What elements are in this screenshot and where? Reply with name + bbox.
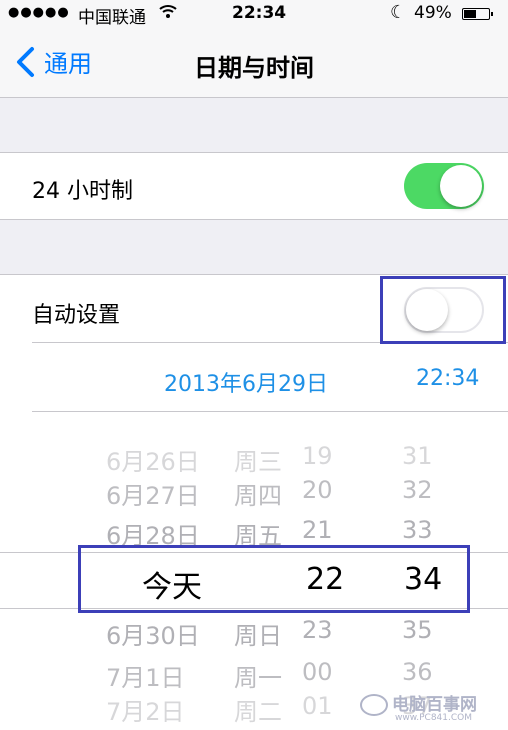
status-bar: ●●●●● 中国联通 22:34 ☾ 49% — [0, 0, 508, 28]
picker-date: 6月26日 — [106, 448, 200, 476]
picker-highlight-box — [78, 545, 470, 613]
picker-date: 7月2日 — [106, 698, 185, 726]
picker-hour: 20 — [302, 476, 333, 504]
picker-date: 7月1日 — [106, 664, 185, 692]
picker-hour: 23 — [302, 616, 333, 644]
watermark-logo-icon — [360, 694, 388, 716]
picker-minute: 35 — [402, 616, 433, 644]
picker-weekday: 周一 — [234, 664, 282, 692]
hour24-cell: 24 小时制 — [0, 153, 508, 219]
status-time: 22:34 — [232, 3, 287, 23]
picker-weekday: 周三 — [234, 448, 282, 476]
toggle-highlight-box — [380, 276, 506, 344]
hour24-toggle[interactable] — [404, 163, 484, 209]
picker-date: 6月27日 — [106, 482, 200, 510]
carrier-name: 中国联通 — [78, 8, 146, 28]
picker-minute: 33 — [402, 516, 433, 544]
picker-weekday: 周二 — [234, 698, 282, 726]
picker-hour: 19 — [302, 442, 333, 470]
date-value[interactable]: 2013年6月29日 — [164, 366, 328, 398]
hour24-label: 24 小时制 — [32, 179, 133, 204]
auto-set-label: 自动设置 — [32, 303, 121, 328]
watermark-name: 电脑百事网 — [392, 695, 477, 715]
page-title: 日期与时间 — [194, 54, 314, 82]
signal-strength: ●●●●● — [8, 5, 70, 20]
picker-weekday: 周日 — [234, 622, 282, 650]
divider — [0, 219, 508, 220]
picker-hour: 21 — [302, 516, 333, 544]
navigation-bar: 通用 日期与时间 — [0, 28, 508, 98]
picker-minute: 32 — [402, 476, 433, 504]
time-value[interactable]: 22:34 — [416, 366, 479, 391]
picker-minute: 31 — [402, 442, 433, 470]
picker-date: 6月30日 — [106, 622, 200, 650]
picker-hour: 01 — [302, 692, 333, 720]
battery-percent: 49% — [414, 3, 452, 23]
moon-icon: ☾ — [390, 2, 407, 23]
wifi-icon — [158, 1, 178, 26]
toggle-knob — [440, 165, 482, 207]
picker-weekday: 周四 — [234, 482, 282, 510]
picker-hour: 00 — [302, 658, 333, 686]
picker-minute: 36 — [402, 658, 433, 686]
battery-icon — [462, 8, 493, 20]
watermark-url: www.PC841.COM — [395, 713, 473, 723]
